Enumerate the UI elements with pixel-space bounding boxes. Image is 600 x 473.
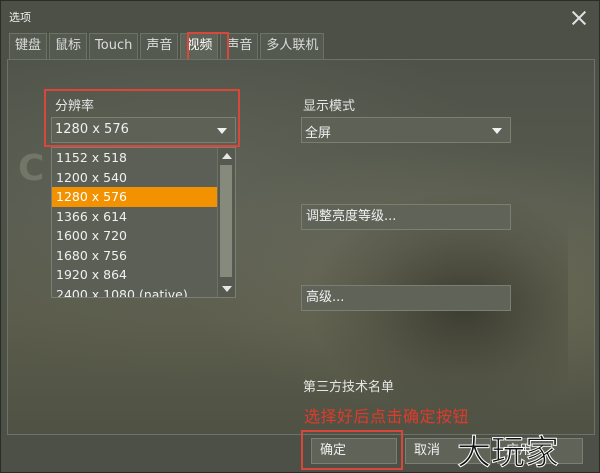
- list-item[interactable]: 1152 x 518: [52, 148, 218, 168]
- tab-audio[interactable]: 声音: [220, 33, 259, 59]
- options-dialog: 选项 键盘 鼠标 Touch 声音 视频 声音 多人联机 CS··E 分辨率 1…: [0, 0, 600, 473]
- list-item[interactable]: 1680 x 756: [52, 246, 218, 266]
- chevron-down-icon: [217, 128, 227, 134]
- scroll-up-icon[interactable]: [222, 153, 232, 159]
- list-item[interactable]: 1920 x 864: [52, 265, 218, 285]
- third-party-label: 第三方技术名单: [303, 380, 395, 395]
- display-mode-dropdown[interactable]: 全屏: [301, 117, 511, 143]
- tab-bar: 键盘 鼠标 Touch 声音 视频 声音 多人联机: [9, 33, 326, 59]
- cancel-button[interactable]: 取消: [405, 438, 491, 464]
- tab-multiplayer[interactable]: 多人联机: [260, 33, 325, 59]
- close-icon[interactable]: [571, 10, 587, 26]
- tab-video[interactable]: 视频: [180, 33, 219, 59]
- chevron-down-icon: [492, 128, 502, 134]
- list-item[interactable]: 1200 x 540: [52, 168, 218, 188]
- resolution-value: 1280 x 576: [55, 122, 129, 137]
- dialog-title: 选项: [9, 11, 31, 24]
- advanced-button[interactable]: 高级...: [301, 285, 511, 311]
- annotation-text: 选择好后点击确定按钮: [304, 407, 470, 426]
- tab-keyboard[interactable]: 键盘: [9, 33, 48, 59]
- list-item-selected[interactable]: 1280 x 576: [52, 187, 218, 207]
- list-item[interactable]: 2400 x 1080 (native): [52, 285, 222, 298]
- resolution-dropdown[interactable]: 1280 x 576: [51, 117, 236, 143]
- tab-touch[interactable]: Touch: [89, 33, 139, 59]
- title-bar[interactable]: 选项: [1, 1, 600, 31]
- tab-mouse[interactable]: 鼠标: [49, 33, 88, 59]
- resolution-list[interactable]: 1152 x 518 1200 x 540 1280 x 576 1366 x …: [51, 147, 236, 298]
- apply-button[interactable]: 应用: [497, 438, 583, 464]
- scroll-thumb[interactable]: [220, 165, 232, 277]
- tab-sound[interactable]: 声音: [140, 33, 179, 59]
- list-item[interactable]: 1600 x 720: [52, 226, 218, 246]
- display-mode-label: 显示模式: [303, 99, 356, 114]
- scroll-down-icon[interactable]: [222, 286, 232, 292]
- ok-button[interactable]: 确定: [311, 438, 397, 464]
- display-mode-value: 全屏: [305, 126, 332, 141]
- brightness-button[interactable]: 调整亮度等级...: [301, 204, 511, 230]
- list-item[interactable]: 1366 x 614: [52, 207, 218, 227]
- list-scrollbar[interactable]: [217, 148, 235, 297]
- resolution-label: 分辨率: [55, 99, 95, 114]
